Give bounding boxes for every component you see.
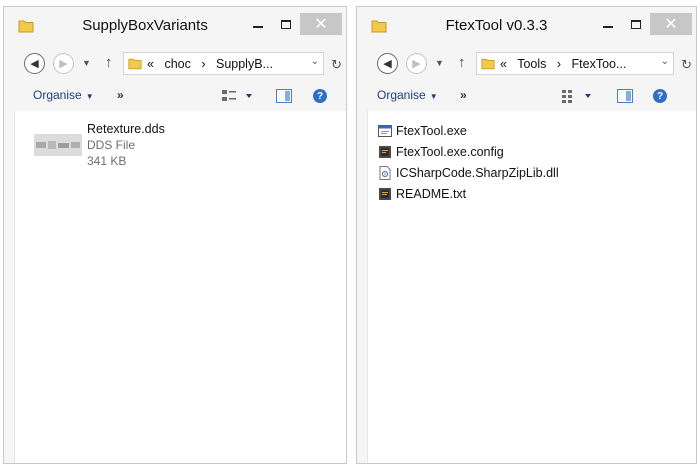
file-name: FtexTool.exe (396, 123, 467, 138)
command-bar: Organise ▼ » ? (4, 81, 346, 111)
list-item[interactable]: FtexTool.exe (378, 120, 559, 141)
folder-icon (481, 58, 495, 70)
breadcrumb-overflow[interactable]: « (500, 57, 507, 71)
arrow-up-icon: ↑ (105, 54, 113, 71)
change-view-icon[interactable] (222, 89, 252, 103)
list-item[interactable]: FtexTool.exe.config (378, 141, 559, 162)
window-title: SupplyBoxVariants (82, 17, 208, 34)
recent-locations-dropdown[interactable]: ▼ (435, 58, 444, 68)
address-bar[interactable]: « Tools › FtexToo... ⌄ (476, 52, 674, 75)
folder-icon (18, 20, 34, 33)
recent-locations-dropdown[interactable]: ▼ (82, 58, 91, 68)
maximize-icon (631, 19, 641, 29)
explorer-window-supplyboxvariants: SupplyBoxVariants ✕ ◀ ▶ ▼ ↑ « choc › Sup… (3, 6, 347, 464)
dll-file-icon (379, 165, 391, 180)
caret-down-icon: ▼ (85, 92, 94, 101)
organise-menu[interactable]: Organise ▼ (377, 88, 438, 102)
more-commands-button[interactable]: » (117, 88, 124, 102)
help-icon[interactable]: ? (653, 89, 667, 103)
file-view: FtexTool.exe FtexTool.exe.config ICSharp… (367, 111, 696, 463)
arrow-right-icon: ▶ (59, 58, 68, 70)
breadcrumb-separator-icon: › (201, 57, 206, 71)
file-size: 341 KB (87, 154, 127, 168)
file-type: DDS File (87, 138, 136, 152)
organise-label: Organise (33, 88, 82, 102)
list-item[interactable]: ICSharpCode.SharpZipLib.dll (378, 162, 559, 183)
folder-icon (128, 58, 142, 70)
help-icon[interactable]: ? (313, 89, 327, 103)
file-name: Retexture.dds (87, 122, 165, 136)
arrow-left-icon: ◀ (30, 58, 39, 70)
list-item[interactable]: README.txt (378, 183, 559, 204)
file-name: README.txt (396, 186, 467, 201)
file-view: Retexture.dds DDS File 341 KB (14, 111, 346, 463)
arrow-up-icon: ↑ (458, 54, 466, 71)
navigation-bar: ◀ ▶ ▼ ↑ « Tools › FtexToo... ⌄ ↻ (357, 45, 696, 81)
minimize-icon (603, 26, 613, 28)
arrow-left-icon: ◀ (383, 58, 392, 70)
exe-icon (378, 124, 392, 137)
minimize-button[interactable] (244, 13, 272, 35)
breadcrumb-segment[interactable]: FtexToo... (572, 57, 627, 71)
more-commands-button[interactable]: » (460, 88, 467, 102)
maximize-button[interactable] (622, 13, 650, 35)
up-button[interactable]: ↑ (458, 54, 466, 71)
file-name: ICSharpCode.SharpZipLib.dll (396, 165, 559, 180)
minimize-button[interactable] (594, 13, 622, 35)
arrow-right-icon: ▶ (412, 58, 421, 70)
close-icon: ✕ (314, 14, 328, 33)
refresh-icon[interactable]: ↻ (681, 57, 692, 73)
config-file-icon (379, 145, 391, 158)
minimize-icon (253, 26, 263, 28)
forward-button[interactable]: ▶ (406, 53, 427, 74)
address-dropdown-icon[interactable]: ⌄ (661, 56, 669, 67)
address-dropdown-icon[interactable]: ⌄ (311, 56, 319, 67)
file-name: FtexTool.exe.config (396, 144, 504, 159)
preview-pane-icon[interactable] (617, 89, 633, 103)
breadcrumb-overflow[interactable]: « (147, 57, 154, 71)
address-bar[interactable]: « choc › SupplyB... ⌄ (123, 52, 324, 75)
organise-menu[interactable]: Organise ▼ (33, 88, 94, 102)
close-button[interactable]: ✕ (300, 13, 342, 35)
command-bar: Organise ▼ » ? (357, 81, 696, 111)
maximize-button[interactable] (272, 13, 300, 35)
caret-down-icon: ▼ (429, 92, 438, 101)
preview-pane-icon[interactable] (276, 89, 292, 103)
breadcrumb-segment[interactable]: choc (164, 57, 190, 71)
txt-file-icon (379, 187, 391, 200)
refresh-icon[interactable]: ↻ (331, 57, 342, 73)
breadcrumb: « Tools › FtexToo... (500, 57, 633, 71)
title-bar[interactable]: FtexTool v0.3.3 ✕ (357, 7, 696, 45)
change-view-icon[interactable] (562, 89, 592, 103)
navigation-bar: ◀ ▶ ▼ ↑ « choc › SupplyB... ⌄ ↻ (4, 45, 346, 81)
dds-thumbnail-icon (34, 134, 82, 156)
back-button[interactable]: ◀ (377, 53, 398, 74)
close-button[interactable]: ✕ (650, 13, 692, 35)
breadcrumb-segment[interactable]: Tools (517, 57, 546, 71)
back-button[interactable]: ◀ (24, 53, 45, 74)
breadcrumb-separator-icon: › (556, 57, 562, 71)
file-list: FtexTool.exe FtexTool.exe.config ICSharp… (378, 120, 559, 204)
explorer-window-ftextool: FtexTool v0.3.3 ✕ ◀ ▶ ▼ ↑ « Tools › Ftex… (356, 6, 697, 464)
forward-button[interactable]: ▶ (53, 53, 74, 74)
maximize-icon (281, 19, 291, 29)
file-item-retexture[interactable]: Retexture.dds DDS File 341 KB (34, 120, 234, 170)
window-title: FtexTool v0.3.3 (445, 17, 548, 34)
up-button[interactable]: ↑ (105, 54, 113, 71)
title-bar[interactable]: SupplyBoxVariants ✕ (4, 7, 346, 45)
close-icon: ✕ (664, 14, 678, 33)
organise-label: Organise (377, 88, 426, 102)
breadcrumb: « choc › SupplyB... (147, 57, 280, 71)
folder-icon (371, 20, 387, 33)
breadcrumb-segment[interactable]: SupplyB... (216, 57, 273, 71)
